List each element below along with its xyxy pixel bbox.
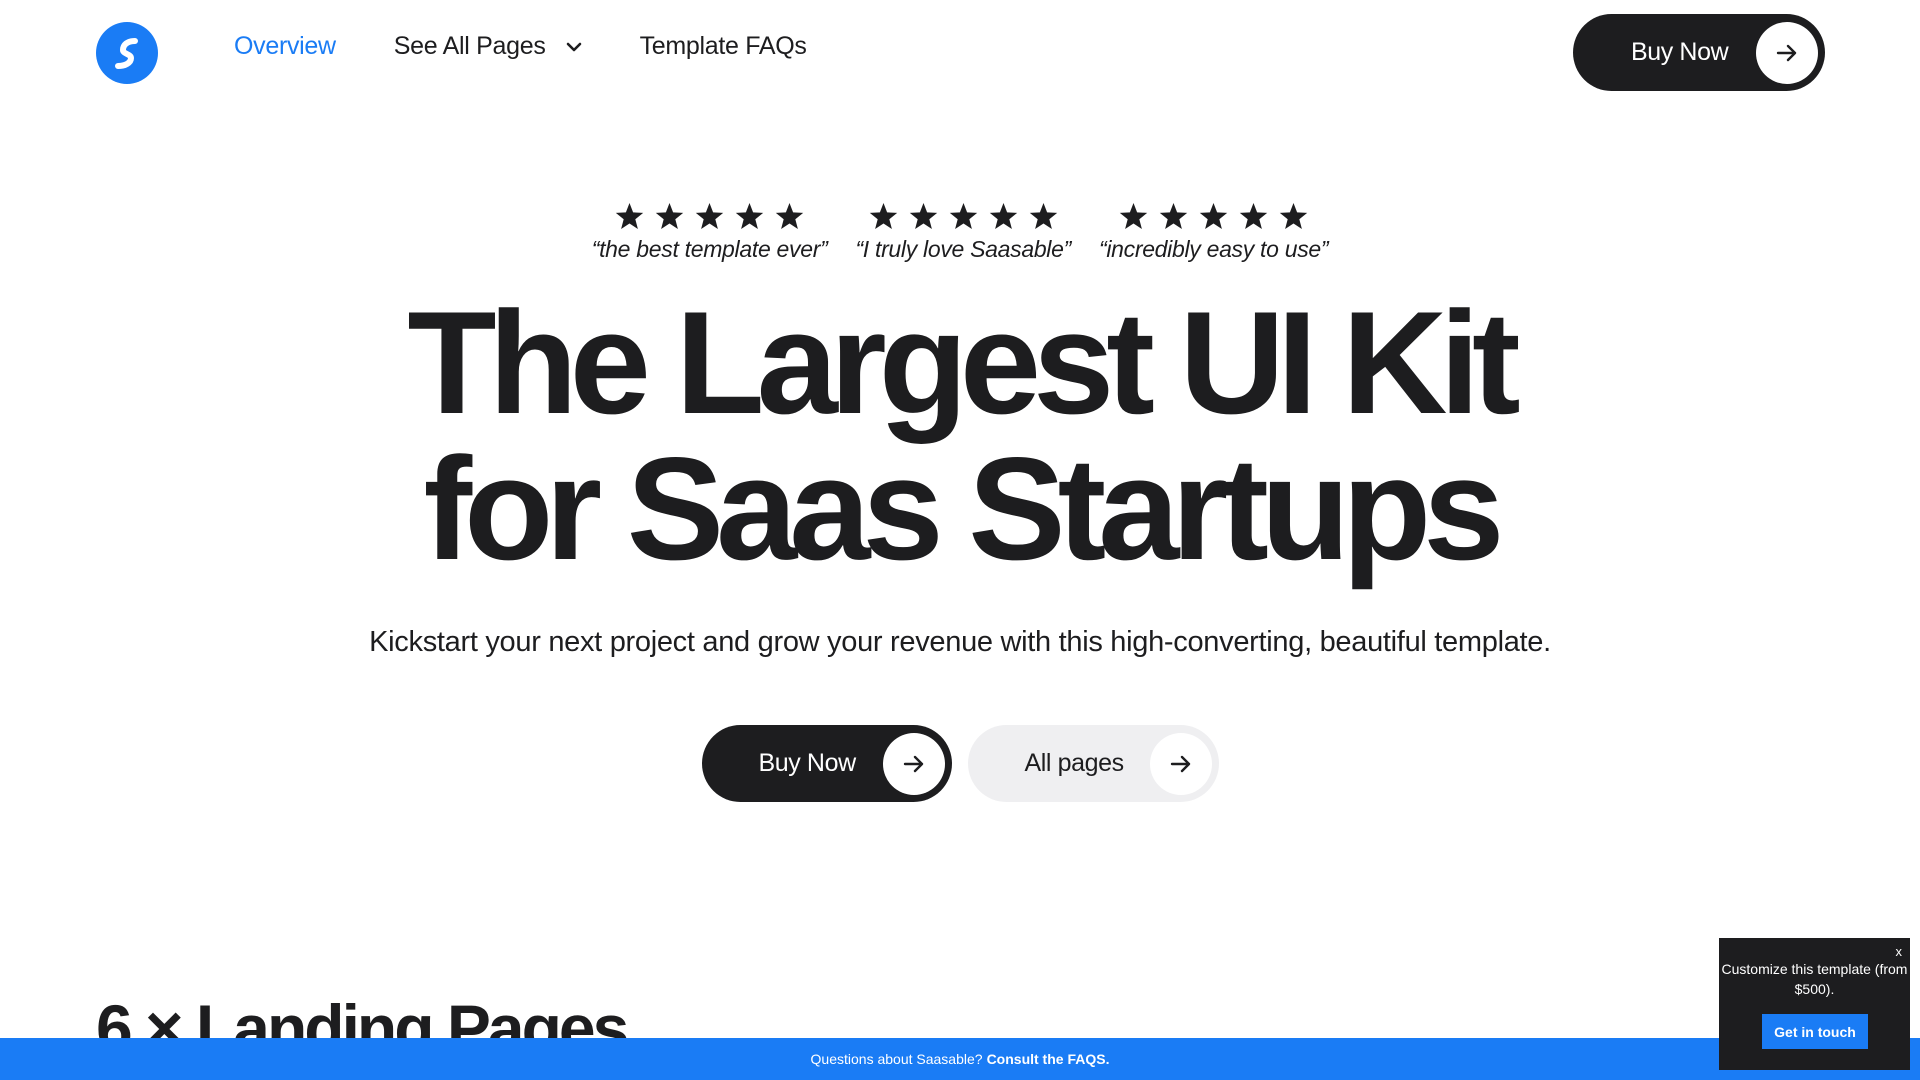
- star-icon: [735, 202, 764, 229]
- hero-title-line-2: for Saas Startups: [423, 427, 1505, 590]
- faq-banner-text: Questions about Saasable?: [810, 1051, 983, 1067]
- hero-buttons: Buy Now All pages: [0, 725, 1920, 802]
- star-icon: [775, 202, 804, 229]
- header-buy-now-label: Buy Now: [1631, 38, 1729, 66]
- star-icon: [1239, 202, 1268, 229]
- star-icon: [909, 202, 937, 229]
- saasable-logo-icon[interactable]: [96, 22, 158, 84]
- review-item: “the best template ever”: [592, 198, 828, 263]
- star-rating: [868, 198, 1059, 234]
- nav-see-all-pages[interactable]: See All Pages: [394, 32, 582, 61]
- review-quote: “the best template ever”: [591, 236, 828, 262]
- star-rating: [614, 198, 805, 234]
- header: Overview See All Pages Template FAQs Buy…: [0, 0, 1920, 106]
- review-item: “I truly love Saasable”: [855, 198, 1071, 263]
- get-in-touch-button[interactable]: Get in touch: [1762, 1014, 1868, 1049]
- hero-title-line-1: The Largest UI Kit: [407, 281, 1520, 444]
- arrow-right-icon: [1756, 21, 1818, 84]
- hero-title: The Largest UI Kit for Saas Startups: [0, 290, 1920, 582]
- reviews: “the best template ever” “I truly love S…: [0, 198, 1920, 263]
- all-pages-label: All pages: [1024, 749, 1125, 777]
- popup-text: Customize this template (from $500).: [1721, 961, 1908, 997]
- all-pages-button[interactable]: All pages: [967, 725, 1219, 802]
- star-icon: [695, 202, 724, 229]
- consult-faqs-link[interactable]: Consult the FAQS.: [987, 1051, 1110, 1067]
- nav-template-faqs[interactable]: Template FAQs: [640, 32, 807, 61]
- page: Overview See All Pages Template FAQs Buy…: [0, 0, 1920, 1080]
- star-icon: [1159, 202, 1188, 229]
- arrow-right-icon: [1149, 732, 1212, 795]
- nav-overview-label: Overview: [234, 32, 336, 60]
- star-icon: [1119, 202, 1148, 229]
- star-icon: [1199, 202, 1228, 229]
- review-quote: “incredibly easy to use”: [1098, 236, 1329, 262]
- star-icon: [989, 202, 1017, 229]
- header-buy-now-button[interactable]: Buy Now: [1573, 14, 1825, 91]
- arrow-right-icon: [882, 732, 945, 795]
- star-icon: [869, 202, 897, 229]
- star-icon: [615, 202, 644, 229]
- hero-buy-now-label: Buy Now: [758, 749, 857, 777]
- faq-banner: Questions about Saasable? Consult the FA…: [0, 1038, 1920, 1080]
- customize-popup: x Customize this template (from $500). G…: [1719, 938, 1910, 1070]
- nav-see-all-pages-label: See All Pages: [393, 32, 546, 60]
- hero-subtitle: Kickstart your next project and grow you…: [369, 626, 1551, 658]
- nav-overview[interactable]: Overview: [234, 32, 336, 61]
- hero-buy-now-button[interactable]: Buy Now: [701, 725, 952, 802]
- star-icon: [949, 202, 977, 229]
- star-icon: [655, 202, 684, 229]
- star-icon: [1279, 202, 1308, 229]
- review-item: “incredibly easy to use”: [1098, 198, 1329, 263]
- close-icon[interactable]: x: [1896, 944, 1903, 959]
- star-rating: [1118, 198, 1309, 234]
- main-nav: Overview See All Pages Template FAQs: [234, 32, 865, 61]
- star-icon: [1029, 202, 1057, 229]
- chevron-down-icon: [566, 41, 582, 53]
- nav-template-faqs-label: Template FAQs: [639, 32, 807, 60]
- review-quote: “I truly love Saasable”: [855, 236, 1071, 262]
